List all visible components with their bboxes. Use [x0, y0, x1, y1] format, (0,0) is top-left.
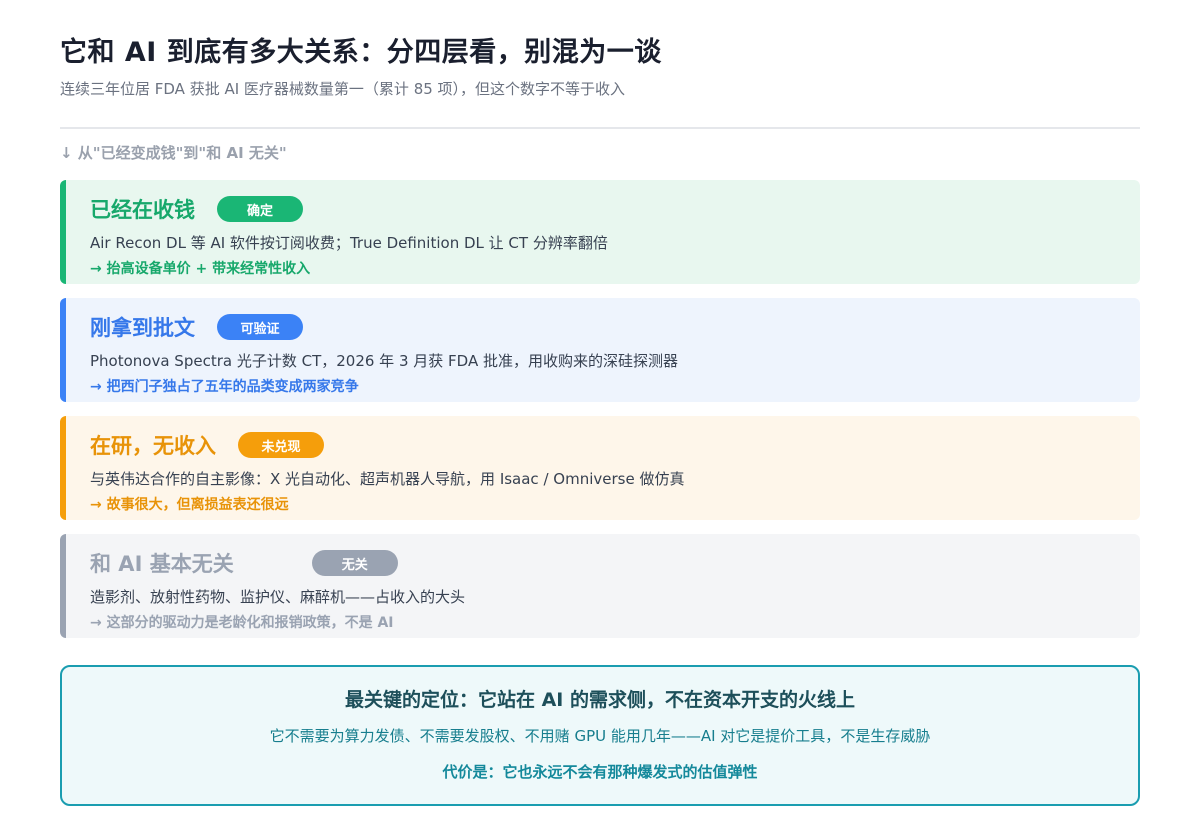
scale-hint: ↓ 从"已经变成钱"到"和 AI 无关" [60, 144, 287, 162]
layer-card-collecting: 已经在收钱 确定 Air Recon DL 等 AI 软件按订阅收费；True … [60, 180, 1140, 284]
layer-title: 在研，无收入 [90, 434, 216, 458]
layer-card-unrelated: 和 AI 基本无关 无关 造影剂、放射性药物、监护仪、麻醉机——占收入的大头 →… [60, 534, 1140, 638]
layer-card-approved: 刚拿到批文 可验证 Photonova Spectra 光子计数 CT，2026… [60, 298, 1140, 402]
layer-takeaway: → 故事很大，但离损益表还很远 [90, 497, 289, 513]
summary-body: 它不需要为算力发债、不需要发股权、不用赌 GPU 能用几年——AI 对它是提价工… [269, 727, 931, 745]
layer-card-header: 在研，无收入 未兑现 [90, 430, 324, 460]
layer-title: 和 AI 基本无关 [90, 552, 234, 576]
summary-cost: 代价是：它也永远不会有那种爆发式的估值弹性 [442, 763, 758, 781]
layer-description: Air Recon DL 等 AI 软件按订阅收费；True Definitio… [90, 234, 608, 252]
layer-title: 刚拿到批文 [90, 316, 195, 340]
layer-takeaway: → 这部分的驱动力是老龄化和报销政策，不是 AI [90, 615, 394, 631]
layer-takeaway: → 把西门子独占了五年的品类变成两家竞争 [90, 379, 359, 395]
layer-card-header: 刚拿到批文 可验证 [90, 312, 303, 342]
layer-description: 与英伟达合作的自主影像：X 光自动化、超声机器人导航，用 Isaac / Omn… [90, 470, 685, 488]
layer-card-header: 已经在收钱 确定 [90, 194, 303, 224]
layer-description: 造影剂、放射性药物、监护仪、麻醉机——占收入的大头 [90, 588, 466, 606]
status-badge: 可验证 [217, 314, 303, 340]
layer-takeaway: → 抬高设备单价 + 带来经常性收入 [90, 261, 311, 277]
layer-card-research: 在研，无收入 未兑现 与英伟达合作的自主影像：X 光自动化、超声机器人导航，用 … [60, 416, 1140, 520]
summary-callout: 最关键的定位：它站在 AI 的需求侧，不在资本开支的火线上 它不需要为算力发债、… [60, 665, 1140, 806]
page-title: 它和 AI 到底有多大关系：分四层看，别混为一谈 [60, 37, 662, 68]
status-badge: 确定 [217, 196, 303, 222]
divider [60, 127, 1140, 129]
layer-title: 已经在收钱 [90, 198, 195, 222]
summary-title: 最关键的定位：它站在 AI 的需求侧，不在资本开支的火线上 [344, 689, 855, 711]
status-badge: 无关 [311, 550, 398, 576]
status-badge: 未兑现 [238, 432, 324, 458]
page-subtitle: 连续三年位居 FDA 获批 AI 医疗器械数量第一（累计 85 项），但这个数字… [60, 80, 626, 98]
layer-card-header: 和 AI 基本无关 无关 [90, 548, 398, 578]
layer-description: Photonova Spectra 光子计数 CT，2026 年 3 月获 FD… [90, 352, 678, 370]
